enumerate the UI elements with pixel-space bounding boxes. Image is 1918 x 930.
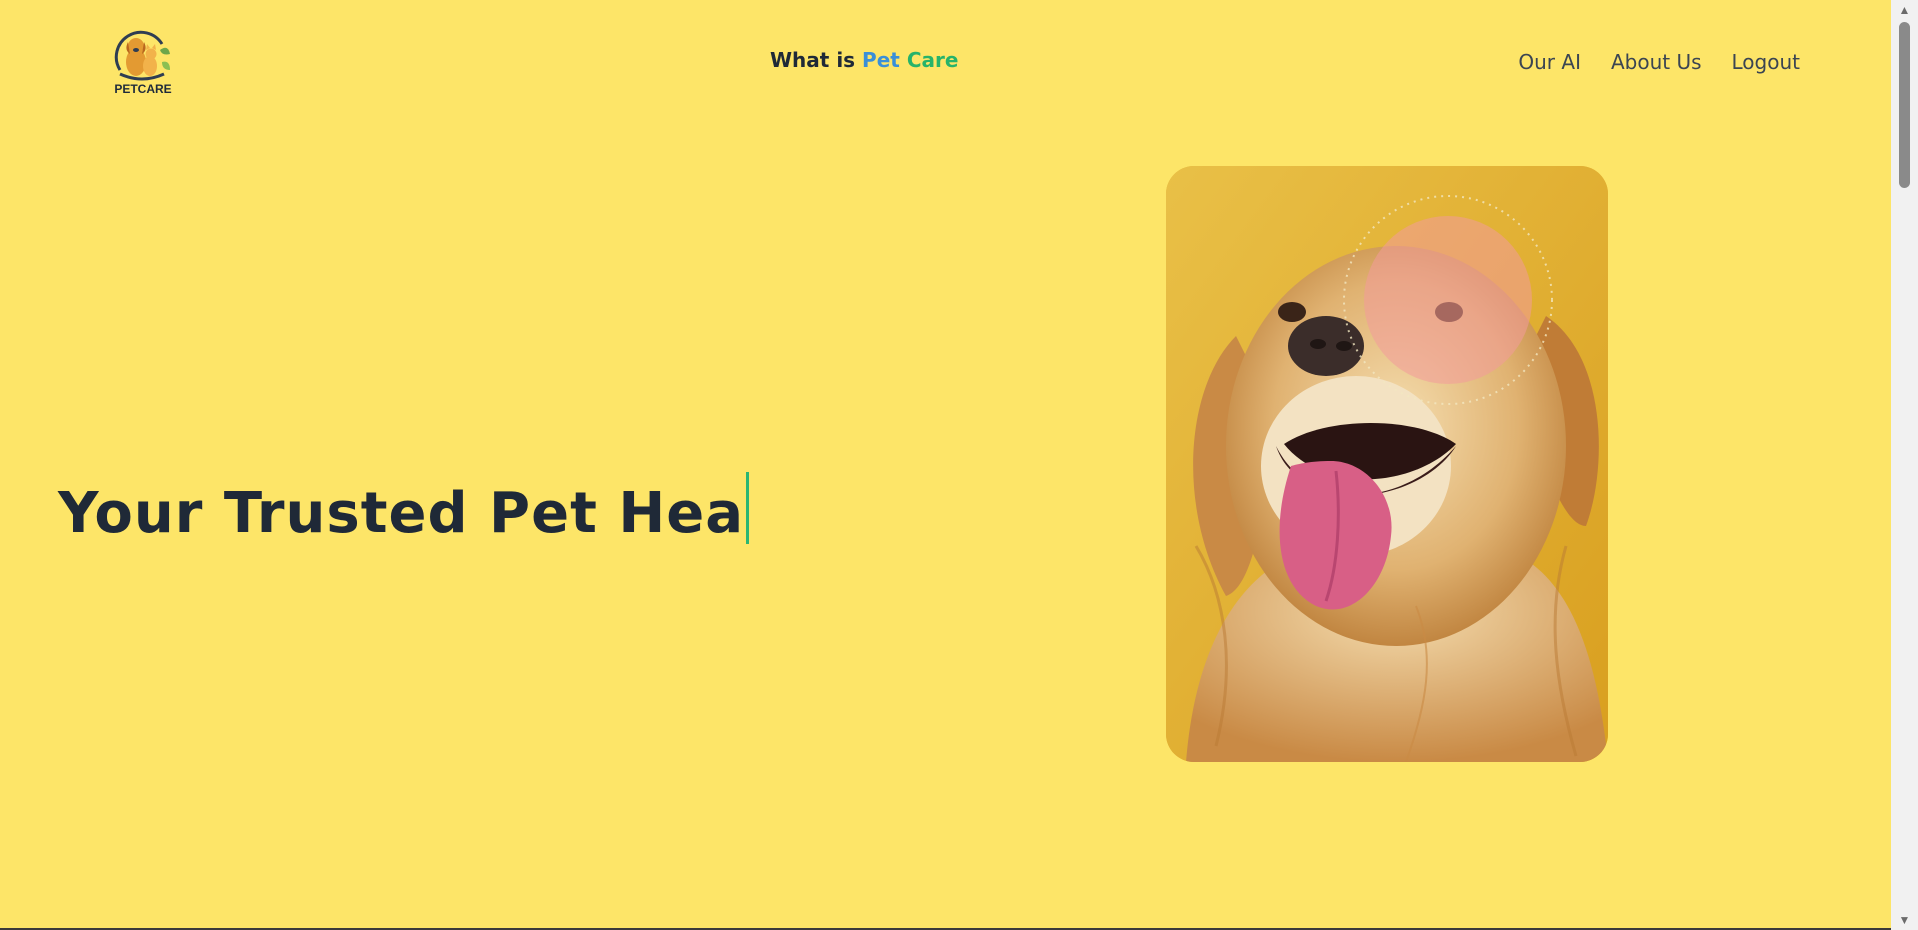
vertical-scrollbar[interactable]: ▲ ▼ bbox=[1891, 0, 1918, 930]
what-is-pet-care-link[interactable]: What is Pet Care bbox=[770, 48, 958, 72]
hero-heading-text: Your Trusted Pet Hea bbox=[58, 481, 744, 547]
title-pet: Pet bbox=[862, 48, 900, 72]
page: PETCARE What is Pet Care Our AI About Us… bbox=[0, 0, 1891, 928]
scroll-down-arrow-icon[interactable]: ▼ bbox=[1891, 910, 1918, 930]
hero-heading: Your Trusted Pet Hea bbox=[58, 471, 749, 550]
golden-retriever-illustration bbox=[1166, 166, 1608, 762]
title-prefix: What is bbox=[770, 48, 863, 72]
scroll-thumb[interactable] bbox=[1899, 22, 1910, 188]
dog-and-cat-logo-icon bbox=[114, 30, 170, 81]
nav-about-us[interactable]: About Us bbox=[1611, 50, 1702, 74]
scroll-up-arrow-icon[interactable]: ▲ bbox=[1891, 0, 1918, 20]
top-nav: Our AI About Us Logout bbox=[1518, 50, 1800, 74]
logo-text: PETCARE bbox=[114, 82, 172, 96]
nav-our-ai[interactable]: Our AI bbox=[1518, 50, 1581, 74]
title-care: Care bbox=[906, 48, 959, 72]
logo[interactable]: PETCARE bbox=[110, 30, 176, 98]
nav-logout[interactable]: Logout bbox=[1732, 50, 1800, 74]
typing-caret bbox=[745, 471, 749, 544]
hero-dog-image bbox=[1166, 166, 1608, 762]
